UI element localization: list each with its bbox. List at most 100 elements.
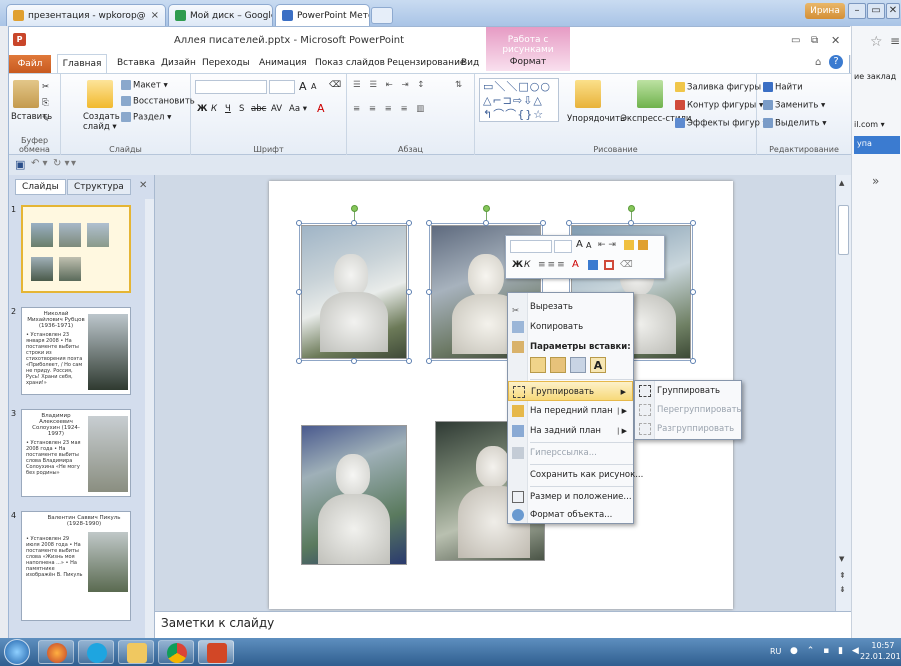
shadow-button[interactable]: S xyxy=(239,104,244,114)
star-icon[interactable]: ☆ xyxy=(870,34,883,50)
customize-qat-icon[interactable]: ▾ xyxy=(71,158,76,169)
tab-slides[interactable]: Слайды xyxy=(15,179,66,195)
resize-handle[interactable] xyxy=(566,220,572,226)
user-profile-button[interactable]: Ирина xyxy=(805,3,845,19)
eraser-icon[interactable]: ⌫ xyxy=(620,260,633,270)
arrange-icon[interactable] xyxy=(575,80,601,108)
font-size-combo[interactable] xyxy=(269,80,295,94)
underline-button[interactable]: Ч xyxy=(225,104,231,114)
paste-option-text[interactable]: A xyxy=(590,357,606,373)
menu-item-save-picture[interactable]: Сохранить как рисунок... xyxy=(508,465,643,485)
resize-handle[interactable] xyxy=(540,220,546,226)
replace-button[interactable]: Заменить ▾ xyxy=(763,100,825,111)
menu-item-copy[interactable]: Копировать xyxy=(508,317,633,337)
browser-tab-presentation[interactable]: презентация - wpkorop@ × xyxy=(6,4,166,26)
tab-slideshow[interactable]: Показ слайдов xyxy=(315,58,385,68)
slide-thumb-3[interactable]: 3 Владимир Алексеевич Солоухин (1924-199… xyxy=(11,409,143,499)
paste-option-1[interactable] xyxy=(530,357,546,373)
rotate-handle-icon[interactable] xyxy=(483,205,490,212)
resize-handle[interactable] xyxy=(351,358,357,364)
menu-icon[interactable]: ≡ xyxy=(890,34,900,48)
text-direction-icon[interactable]: ⇅ xyxy=(455,80,462,90)
chevron-up-icon[interactable]: ⌂ xyxy=(815,57,821,68)
ribbon-minimize-icon[interactable]: ▭ xyxy=(791,35,800,46)
rotate-handle-icon[interactable] xyxy=(351,205,358,212)
resize-handle[interactable] xyxy=(690,358,696,364)
maximize-button[interactable]: ▭ xyxy=(867,3,885,19)
resize-handle[interactable] xyxy=(351,220,357,226)
italic-button[interactable]: К xyxy=(211,104,217,114)
taskbar-powerpoint[interactable] xyxy=(198,640,234,664)
font-color-icon[interactable]: A xyxy=(572,259,579,270)
menu-item-format-object[interactable]: Формат объекта... xyxy=(508,505,633,525)
tab-animation[interactable]: Анимация xyxy=(259,58,307,68)
shapes-gallery[interactable]: ▭＼＼□○○ △⌐⊐⇨⇩△ ↰⌒⌒{}☆ xyxy=(479,78,559,122)
cut-icon[interactable]: ✂ xyxy=(42,82,49,92)
format-painter-icon[interactable] xyxy=(624,240,634,250)
shrink-font-button[interactable]: A xyxy=(311,82,316,91)
tray-icons[interactable]: ● ⌃ ▪ ▮ ◀ xyxy=(790,646,862,656)
rotate-handle-icon[interactable] xyxy=(628,205,635,212)
section-button[interactable]: Раздел ▾ xyxy=(121,112,171,123)
italic-button[interactable]: К xyxy=(524,260,530,270)
clear-icon[interactable] xyxy=(638,240,648,250)
submenu-item-group[interactable]: Группировать xyxy=(635,381,741,401)
slide-thumb-4[interactable]: 4 Валентин Саввич Пикуль (1928-1990) • У… xyxy=(11,511,143,623)
indent-icon[interactable]: ⇤ ⇥ xyxy=(598,240,616,250)
strikethrough-icon[interactable]: abc xyxy=(251,104,266,114)
resize-handle[interactable] xyxy=(690,220,696,226)
new-slide-icon[interactable] xyxy=(87,80,113,108)
resize-handle[interactable] xyxy=(296,220,302,226)
close-icon[interactable]: ✕ xyxy=(831,34,840,47)
grow-font-button[interactable]: A xyxy=(299,80,307,93)
resize-handle[interactable] xyxy=(426,358,432,364)
bold-button[interactable]: Ж xyxy=(512,260,523,270)
reset-button[interactable]: Восстановить xyxy=(121,96,195,107)
scroll-thumb[interactable] xyxy=(838,205,849,255)
tab-design[interactable]: Дизайн xyxy=(161,58,196,68)
group-button[interactable]: упа xyxy=(854,136,900,154)
minimize-button[interactable]: – xyxy=(848,3,866,19)
tab-transitions[interactable]: Переходы xyxy=(202,58,250,68)
language-indicator[interactable]: RU xyxy=(770,647,781,656)
change-case-button[interactable]: Аа ▾ xyxy=(289,104,307,114)
format-painter-icon[interactable]: ✎ xyxy=(42,114,49,124)
align-icon[interactable]: ≡≡≡ xyxy=(538,260,567,270)
tab-view[interactable]: Вид xyxy=(461,58,479,68)
save-icon[interactable]: ▣ xyxy=(15,158,25,171)
vertical-scrollbar[interactable]: ▲ ▼ ⇞ ⇟ xyxy=(835,175,851,611)
undo-icon[interactable]: ↶ ▾ xyxy=(31,158,48,169)
paste-icon[interactable] xyxy=(13,80,39,108)
slide-thumb-1[interactable]: 1 xyxy=(11,205,143,295)
close-icon[interactable]: ✕ xyxy=(139,180,147,191)
shape-outline-button[interactable]: Контур фигуры ▾ xyxy=(675,100,763,111)
taskbar-explorer[interactable] xyxy=(118,640,154,664)
shape-effects-button[interactable]: Эффекты фигур ▾ xyxy=(675,118,767,129)
next-slide-icon[interactable]: ⇟ xyxy=(839,585,846,594)
paste-option-3[interactable] xyxy=(570,357,586,373)
taskbar-firefox[interactable] xyxy=(38,640,74,664)
resize-handle[interactable] xyxy=(426,220,432,226)
find-button[interactable]: Найти xyxy=(763,82,803,93)
resize-handle[interactable] xyxy=(426,289,432,295)
close-window-button[interactable]: ✕ xyxy=(886,3,900,19)
menu-item-send-back[interactable]: На задний план | ▶ xyxy=(508,421,633,441)
resize-handle[interactable] xyxy=(406,220,412,226)
select-button[interactable]: Выделить ▾ xyxy=(763,118,827,129)
resize-handle[interactable] xyxy=(690,289,696,295)
outline-icon[interactable] xyxy=(604,260,614,270)
font-name-combo[interactable] xyxy=(510,240,552,253)
resize-handle[interactable] xyxy=(296,358,302,364)
font-color-icon[interactable]: A xyxy=(317,102,325,115)
arrange-button[interactable]: Упорядочить xyxy=(567,114,625,124)
tab-insert[interactable]: Вставка xyxy=(117,58,155,68)
resize-handle[interactable] xyxy=(406,289,412,295)
resize-handle[interactable] xyxy=(483,220,489,226)
redo-icon[interactable]: ↻ ▾ xyxy=(53,158,70,169)
help-icon[interactable]: ? xyxy=(829,55,843,69)
tab-home[interactable]: Главная xyxy=(57,54,107,73)
resize-handle[interactable] xyxy=(628,220,634,226)
resize-handle[interactable] xyxy=(296,289,302,295)
spacing-icon[interactable]: AV xyxy=(271,104,282,114)
notes-pane[interactable]: Заметки к слайду xyxy=(155,611,851,639)
